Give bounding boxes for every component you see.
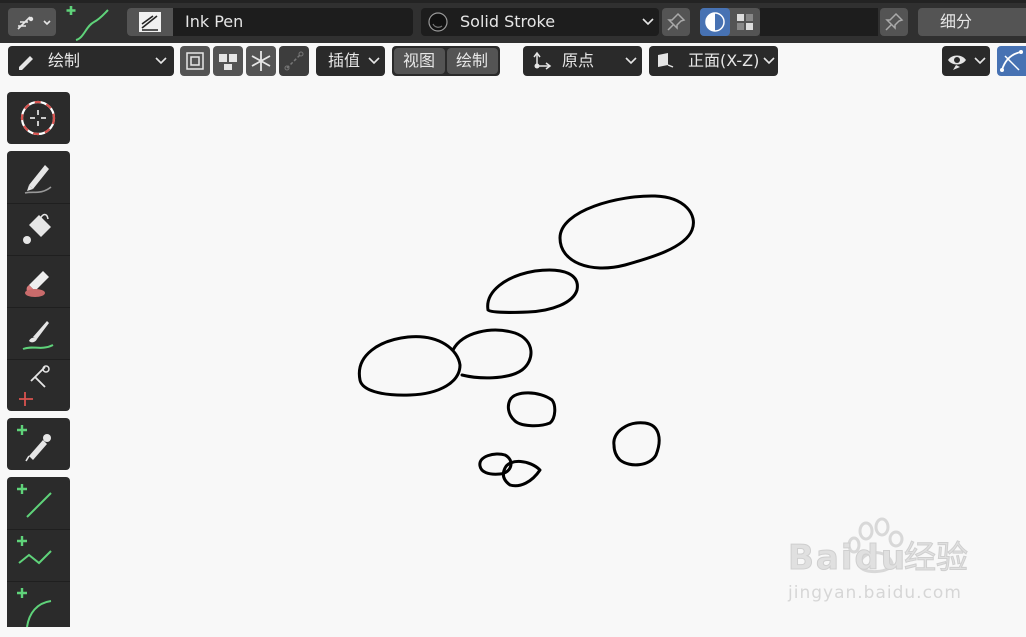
ink-stroke — [451, 328, 533, 380]
baidu-watermark: Baidu 经验 jingyan.baidu.com — [786, 515, 1026, 627]
ink-stroke — [501, 460, 542, 488]
ink-stroke — [357, 335, 462, 397]
ink-stroke — [612, 421, 661, 467]
ink-stroke — [486, 268, 579, 314]
ink-stroke — [558, 194, 695, 270]
watermark-url: jingyan.baidu.com — [788, 583, 962, 603]
ink-stroke — [506, 391, 557, 428]
watermark-brand: Baidu — [787, 538, 908, 578]
watermark-brand-cn: 经验 — [903, 538, 969, 576]
